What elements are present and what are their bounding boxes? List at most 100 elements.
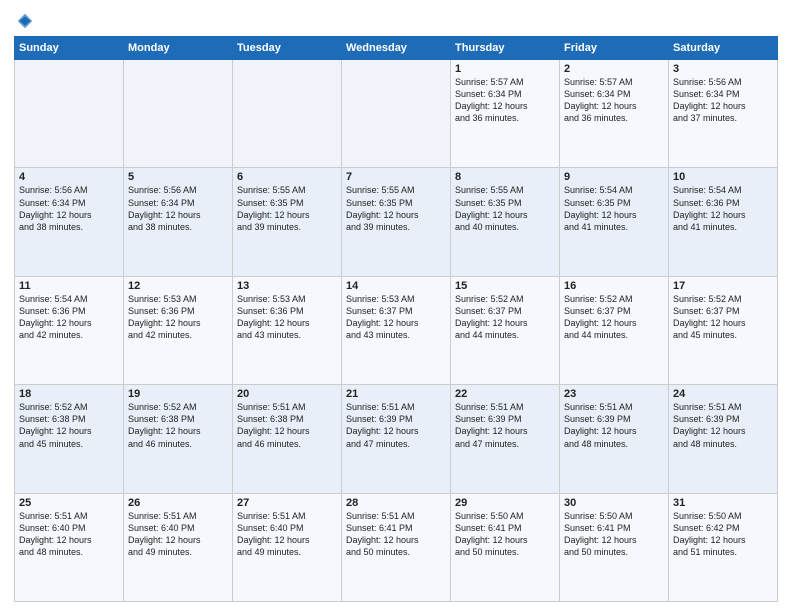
cell-line: Sunrise: 5:51 AM <box>346 510 446 522</box>
cell-line: Sunset: 6:35 PM <box>346 197 446 209</box>
cell-line: Sunrise: 5:51 AM <box>19 510 119 522</box>
day-number: 7 <box>346 171 446 183</box>
day-number: 20 <box>237 388 337 400</box>
cell-line: Daylight: 12 hours <box>237 317 337 329</box>
cell-line: and 36 minutes. <box>455 112 555 124</box>
day-cell: 21Sunrise: 5:51 AMSunset: 6:39 PMDayligh… <box>342 385 451 493</box>
day-cell: 6Sunrise: 5:55 AMSunset: 6:35 PMDaylight… <box>233 168 342 276</box>
cell-line: Sunrise: 5:52 AM <box>673 293 773 305</box>
cell-line: Daylight: 12 hours <box>455 534 555 546</box>
cell-line: and 50 minutes. <box>564 546 664 558</box>
day-number: 17 <box>673 280 773 292</box>
cell-line: and 39 minutes. <box>237 221 337 233</box>
cell-line: and 40 minutes. <box>455 221 555 233</box>
day-cell: 27Sunrise: 5:51 AMSunset: 6:40 PMDayligh… <box>233 493 342 601</box>
cell-line: Sunset: 6:34 PM <box>564 88 664 100</box>
cell-line: Daylight: 12 hours <box>673 100 773 112</box>
day-header-tuesday: Tuesday <box>233 37 342 60</box>
cell-line: Sunset: 6:41 PM <box>455 522 555 534</box>
cell-line: Sunrise: 5:55 AM <box>237 184 337 196</box>
cell-line: Daylight: 12 hours <box>237 534 337 546</box>
cell-line: Sunrise: 5:52 AM <box>128 401 228 413</box>
cell-line: and 49 minutes. <box>237 546 337 558</box>
day-number: 6 <box>237 171 337 183</box>
cell-line: Sunrise: 5:55 AM <box>455 184 555 196</box>
cell-line: Sunrise: 5:56 AM <box>128 184 228 196</box>
day-cell: 4Sunrise: 5:56 AMSunset: 6:34 PMDaylight… <box>15 168 124 276</box>
cell-line: and 39 minutes. <box>346 221 446 233</box>
day-cell <box>342 60 451 168</box>
day-number: 1 <box>455 63 555 75</box>
cell-line: Daylight: 12 hours <box>237 209 337 221</box>
cell-line: Sunrise: 5:50 AM <box>564 510 664 522</box>
day-cell: 15Sunrise: 5:52 AMSunset: 6:37 PMDayligh… <box>451 276 560 384</box>
cell-line: Daylight: 12 hours <box>346 209 446 221</box>
cell-line: and 45 minutes. <box>673 329 773 341</box>
cell-line: Daylight: 12 hours <box>128 317 228 329</box>
cell-line: Sunset: 6:35 PM <box>237 197 337 209</box>
day-cell: 5Sunrise: 5:56 AMSunset: 6:34 PMDaylight… <box>124 168 233 276</box>
cell-line: Sunset: 6:36 PM <box>673 197 773 209</box>
cell-line: Sunset: 6:35 PM <box>564 197 664 209</box>
cell-line: Sunset: 6:36 PM <box>19 305 119 317</box>
cell-line: Daylight: 12 hours <box>455 100 555 112</box>
day-cell <box>15 60 124 168</box>
day-number: 24 <box>673 388 773 400</box>
day-cell: 22Sunrise: 5:51 AMSunset: 6:39 PMDayligh… <box>451 385 560 493</box>
cell-line: Sunset: 6:41 PM <box>346 522 446 534</box>
logo-icon <box>16 12 34 30</box>
cell-line: Sunrise: 5:53 AM <box>237 293 337 305</box>
day-number: 26 <box>128 497 228 509</box>
cell-line: Daylight: 12 hours <box>128 425 228 437</box>
day-cell: 1Sunrise: 5:57 AMSunset: 6:34 PMDaylight… <box>451 60 560 168</box>
day-cell: 16Sunrise: 5:52 AMSunset: 6:37 PMDayligh… <box>560 276 669 384</box>
cell-line: Sunset: 6:37 PM <box>455 305 555 317</box>
day-number: 13 <box>237 280 337 292</box>
day-number: 14 <box>346 280 446 292</box>
day-number: 11 <box>19 280 119 292</box>
day-cell: 23Sunrise: 5:51 AMSunset: 6:39 PMDayligh… <box>560 385 669 493</box>
cell-line: Sunset: 6:39 PM <box>455 413 555 425</box>
cell-line: Daylight: 12 hours <box>673 209 773 221</box>
cell-line: Sunrise: 5:54 AM <box>19 293 119 305</box>
day-number: 23 <box>564 388 664 400</box>
cell-line: Sunset: 6:35 PM <box>455 197 555 209</box>
week-row-4: 18Sunrise: 5:52 AMSunset: 6:38 PMDayligh… <box>15 385 778 493</box>
week-row-3: 11Sunrise: 5:54 AMSunset: 6:36 PMDayligh… <box>15 276 778 384</box>
cell-line: Sunset: 6:37 PM <box>673 305 773 317</box>
cell-line: Daylight: 12 hours <box>564 209 664 221</box>
day-header-wednesday: Wednesday <box>342 37 451 60</box>
day-cell: 26Sunrise: 5:51 AMSunset: 6:40 PMDayligh… <box>124 493 233 601</box>
day-cell: 20Sunrise: 5:51 AMSunset: 6:38 PMDayligh… <box>233 385 342 493</box>
day-cell: 18Sunrise: 5:52 AMSunset: 6:38 PMDayligh… <box>15 385 124 493</box>
day-number: 12 <box>128 280 228 292</box>
cell-line: Sunrise: 5:52 AM <box>564 293 664 305</box>
cell-line: Sunset: 6:36 PM <box>237 305 337 317</box>
cell-line: and 48 minutes. <box>19 546 119 558</box>
cell-line: Daylight: 12 hours <box>564 317 664 329</box>
cell-line: and 44 minutes. <box>455 329 555 341</box>
day-cell: 30Sunrise: 5:50 AMSunset: 6:41 PMDayligh… <box>560 493 669 601</box>
day-cell: 8Sunrise: 5:55 AMSunset: 6:35 PMDaylight… <box>451 168 560 276</box>
day-number: 21 <box>346 388 446 400</box>
day-cell: 10Sunrise: 5:54 AMSunset: 6:36 PMDayligh… <box>669 168 778 276</box>
day-header-thursday: Thursday <box>451 37 560 60</box>
cell-line: Sunrise: 5:54 AM <box>673 184 773 196</box>
day-cell: 14Sunrise: 5:53 AMSunset: 6:37 PMDayligh… <box>342 276 451 384</box>
day-number: 5 <box>128 171 228 183</box>
cell-line: Sunset: 6:36 PM <box>128 305 228 317</box>
week-row-2: 4Sunrise: 5:56 AMSunset: 6:34 PMDaylight… <box>15 168 778 276</box>
header-row: SundayMondayTuesdayWednesdayThursdayFrid… <box>15 37 778 60</box>
calendar-page: SundayMondayTuesdayWednesdayThursdayFrid… <box>0 0 792 612</box>
cell-line: Daylight: 12 hours <box>455 425 555 437</box>
cell-line: Sunrise: 5:52 AM <box>19 401 119 413</box>
cell-line: and 50 minutes. <box>346 546 446 558</box>
cell-line: Sunrise: 5:51 AM <box>673 401 773 413</box>
cell-line: Sunset: 6:40 PM <box>237 522 337 534</box>
cell-line: Sunset: 6:34 PM <box>673 88 773 100</box>
cell-line: Sunrise: 5:52 AM <box>455 293 555 305</box>
cell-line: Sunset: 6:37 PM <box>346 305 446 317</box>
cell-line: Daylight: 12 hours <box>19 534 119 546</box>
week-row-1: 1Sunrise: 5:57 AMSunset: 6:34 PMDaylight… <box>15 60 778 168</box>
cell-line: Sunrise: 5:55 AM <box>346 184 446 196</box>
